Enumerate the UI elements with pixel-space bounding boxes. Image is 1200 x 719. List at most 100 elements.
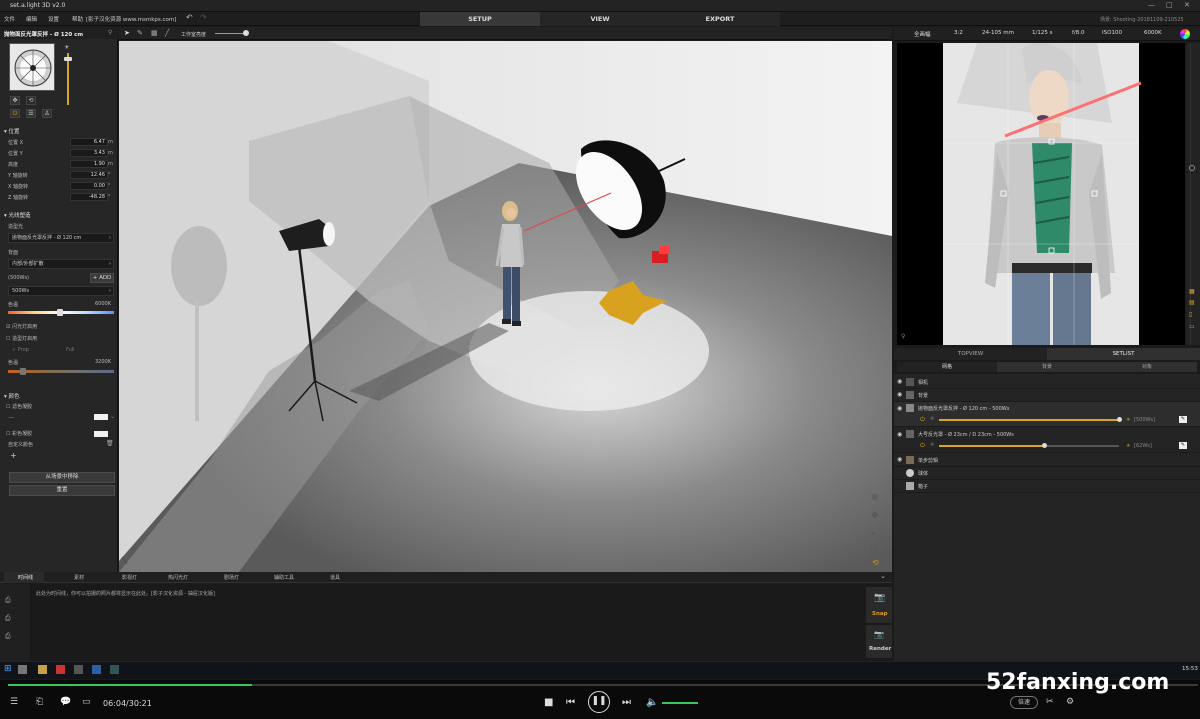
rotate-icon[interactable]: ⟲ [26, 96, 36, 105]
modifier-dropdown[interactable]: 抛物面反光罩反拌 - Ø 120 cm › [8, 233, 114, 243]
section-color[interactable]: ▾ 颜色 [4, 392, 20, 400]
power-icon[interactable]: ⏻ [10, 109, 20, 118]
list-item[interactable]: ◉ 相机 [894, 376, 1200, 389]
collapse-chevron-icon[interactable]: ⌄ [880, 572, 886, 580]
brightness-handle[interactable] [243, 30, 249, 36]
intensity-handle[interactable] [1117, 417, 1122, 422]
tab-view[interactable]: VIEW [540, 12, 660, 26]
camera-icon[interactable]: ⚲ [901, 333, 905, 340]
taskbar-app-icon[interactable] [56, 665, 65, 674]
edit-icon[interactable]: ✎ [1179, 442, 1187, 449]
pen-icon[interactable]: ✎ [137, 29, 143, 37]
pointer-icon[interactable]: ➤ [124, 29, 130, 37]
prop-value-y[interactable]: 3.43 [70, 149, 108, 157]
menu-file[interactable]: 文件 [4, 15, 15, 23]
settings-icon[interactable]: ⚙ [1066, 697, 1074, 707]
tab-setlist[interactable]: SETLIST [1047, 348, 1200, 360]
person-icon[interactable]: ♙ [42, 109, 52, 118]
section-transform[interactable]: ▾ 位置 [4, 127, 20, 135]
collapse-icon[interactable]: ⤡ [121, 556, 127, 566]
white-balance[interactable]: 6000K [1144, 30, 1162, 36]
plus-icon[interactable]: + [10, 451, 17, 460]
color-temp-handle[interactable] [57, 309, 63, 316]
taskbar-app-icon[interactable] [92, 665, 101, 674]
eye-icon[interactable]: ◉ [897, 405, 902, 412]
modeling-checkbox[interactable]: ☐ 造型灯启用 [6, 335, 37, 342]
volume-icon[interactable]: 🔈 [646, 697, 658, 708]
taskbar-app-icon[interactable] [74, 665, 83, 674]
menu-settings[interactable]: 设置 [48, 15, 59, 23]
iso[interactable]: ISO100 [1102, 30, 1122, 36]
subtitle-icon[interactable]: ▭ [82, 697, 91, 707]
pause-button[interactable]: ❚❚ [588, 691, 610, 713]
aspect-ratio[interactable]: 3:2 [954, 30, 963, 36]
tab-topview[interactable]: TOPVIEW [894, 348, 1047, 360]
speed-button[interactable]: 倍速 [1010, 696, 1038, 709]
reset-view-icon[interactable]: ⟲ [872, 558, 879, 567]
pan-icon[interactable]: ✥ [871, 511, 879, 521]
full-toggle[interactable]: Full [66, 347, 75, 353]
prop-toggle[interactable]: ✓ Prop [12, 347, 29, 353]
prop-value-rot-x[interactable]: 0.00 [70, 182, 108, 190]
prop-value-rot-y[interactable]: 12.46 [70, 171, 108, 179]
gel2-swatch[interactable] [94, 431, 108, 437]
folder-icon[interactable] [38, 665, 47, 674]
export-icon[interactable]: ⎗ [36, 697, 43, 707]
tab-timeline[interactable]: 时间线 [18, 574, 33, 581]
camera-delete-icon[interactable]: ⎙ [5, 632, 11, 641]
section-light[interactable]: ▾ 光线塑造 [4, 211, 31, 219]
intensity-handle[interactable] [1042, 443, 1047, 448]
zoom-icon[interactable]: ⌕ [871, 529, 876, 539]
list-item-light-2[interactable]: ◉ 大号反光罩 - Ø 23cm / D 23cm - 500Ws ⏻ ☼ ☀ … [894, 428, 1200, 453]
tab-props[interactable]: 道具 [330, 574, 340, 581]
move-icon[interactable]: ✥ [10, 96, 20, 105]
minimize-icon[interactable]: — [1148, 1, 1155, 9]
undo-icon[interactable]: ↶ [186, 13, 193, 22]
comment-icon[interactable]: 💬 [60, 697, 71, 707]
power-dropdown[interactable]: 500Ws › [8, 286, 114, 296]
render-button[interactable]: 📷 Render [866, 625, 892, 658]
list-item[interactable]: 箱子 [894, 480, 1200, 493]
focus-handle-icon[interactable] [1189, 165, 1195, 171]
eye-icon[interactable]: ◉ [897, 431, 902, 438]
add-button[interactable]: + ADD [90, 273, 114, 283]
camera-preview[interactable]: ⚲ [897, 43, 1185, 345]
power-icon[interactable]: ⏻ [920, 442, 925, 450]
eye-icon[interactable]: ◉ [897, 391, 902, 398]
tab-flash[interactable]: 热闪光灯 [168, 574, 188, 581]
light-thumbnail[interactable] [9, 43, 55, 91]
list-item[interactable]: ◉ 背景 [894, 389, 1200, 402]
grid-toggle-icon[interactable]: ▦ [1189, 288, 1195, 295]
gel-checkbox[interactable]: ☐ 滤色凝胶 [6, 403, 32, 410]
prop-value-height[interactable]: 1.90 [70, 160, 108, 168]
gel2-checkbox[interactable]: ☐ 彩色凝胶 [6, 430, 32, 437]
subtab-grid[interactable]: 网格 [897, 362, 997, 372]
color-wheel-icon[interactable] [1180, 29, 1190, 39]
frame-icon[interactable]: ⛶ [871, 544, 877, 554]
previous-icon[interactable]: ⏮ [566, 697, 575, 708]
next-icon[interactable]: ⏭ [622, 697, 631, 708]
grid-icon[interactable]: ▦ [151, 29, 158, 37]
intensity-slider[interactable] [939, 419, 1119, 421]
subtab-background[interactable]: 背景 [997, 362, 1097, 372]
shutter[interactable]: 1/125 s [1032, 30, 1052, 36]
tab-setup[interactable]: SETUP [420, 12, 540, 26]
pin-icon[interactable]: ⚲ [108, 29, 112, 36]
tab-assets[interactable]: 素材 [74, 574, 84, 581]
color-temp2-handle[interactable] [20, 368, 26, 375]
studio-viewport[interactable]: ⊕ ✥ ⌕ ⛶ ⟲ ⤡ [119, 41, 892, 572]
volume-slider[interactable] [662, 702, 698, 704]
start-icon[interactable]: ⊞ [4, 664, 12, 674]
eye-icon[interactable]: ◉ [897, 456, 902, 463]
list-item[interactable]: 球体 [894, 467, 1200, 480]
diffuser-dropdown[interactable]: 内部/外部扩散 › [8, 259, 114, 269]
flash-checkbox[interactable]: ☑ 闪光灯启用 [6, 323, 37, 330]
taskbar-app-icon[interactable] [110, 665, 119, 674]
tab-helpers[interactable]: 辅助工具 [274, 574, 294, 581]
tab-theater-light[interactable]: 剧场灯 [224, 574, 239, 581]
camera-duplicate-icon[interactable]: ⎙ [5, 614, 11, 623]
menu-link[interactable]: [影子汉化资源 www.msmkps.com] [86, 15, 176, 23]
list-icon[interactable]: ☰ [10, 697, 18, 707]
mirror-icon[interactable]: ▭ [1189, 323, 1195, 330]
snap-button[interactable]: 📷 Snap [866, 587, 892, 623]
